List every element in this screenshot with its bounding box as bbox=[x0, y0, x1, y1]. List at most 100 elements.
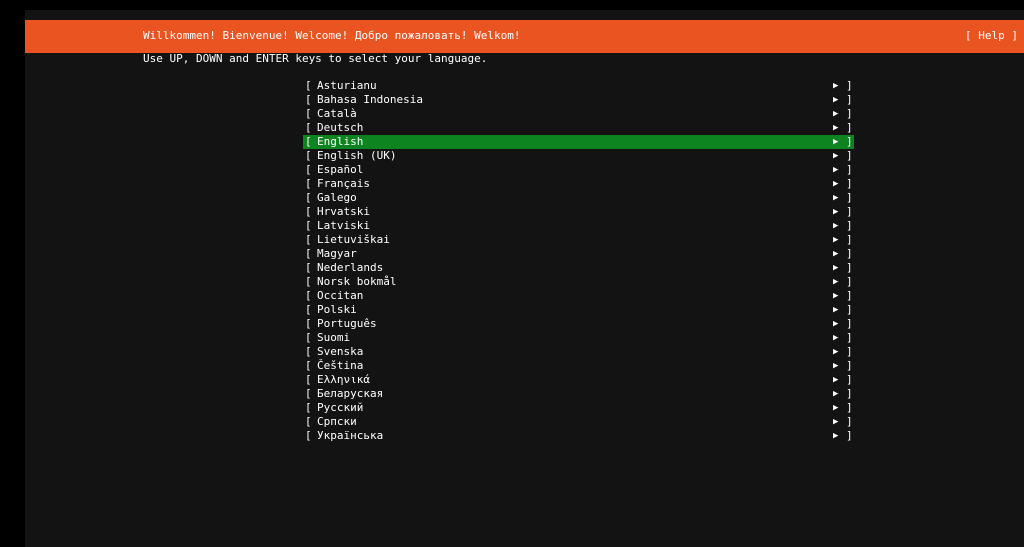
open-bracket: [ bbox=[305, 107, 312, 120]
language-item[interactable]: [Galego ▶] bbox=[303, 191, 854, 205]
close-bracket: ] bbox=[846, 107, 853, 120]
language-item[interactable]: [Hrvatski ▶] bbox=[303, 205, 854, 219]
language-label: Hrvatski bbox=[317, 205, 370, 218]
open-bracket: [ bbox=[305, 331, 312, 344]
open-bracket: [ bbox=[305, 163, 312, 176]
language-label: English (UK) bbox=[317, 149, 397, 162]
right-arrow-icon: ▶ bbox=[833, 137, 839, 147]
close-bracket: ] bbox=[846, 275, 853, 288]
close-bracket: ] bbox=[846, 373, 853, 386]
right-arrow-icon: ▶ bbox=[833, 193, 839, 203]
right-arrow-icon: ▶ bbox=[833, 403, 839, 413]
language-label: Nederlands bbox=[317, 261, 384, 274]
close-bracket: ] bbox=[846, 331, 853, 344]
language-label: Русский bbox=[317, 401, 364, 414]
language-list: [ Asturianu ▶] [ Bahasa Indonesia ▶] [ Català ▶]… bbox=[303, 79, 854, 443]
language-label: Occitan bbox=[317, 289, 364, 302]
language-item[interactable]: [Bahasa Indonesia ▶] bbox=[303, 93, 854, 107]
language-label: Galego bbox=[317, 191, 357, 204]
open-bracket: [ bbox=[305, 345, 312, 358]
language-label: Čeština bbox=[317, 359, 364, 372]
language-label: Lietuviškai bbox=[317, 233, 390, 246]
right-arrow-icon: ▶ bbox=[833, 109, 839, 119]
right-arrow-icon: ▶ bbox=[833, 249, 839, 259]
language-item[interactable]: [Беларуская ▶] bbox=[303, 387, 854, 401]
language-item[interactable]: [English (UK) ▶] bbox=[303, 149, 854, 163]
language-item[interactable]: [Polski ▶] bbox=[303, 303, 854, 317]
open-bracket: [ bbox=[305, 275, 312, 288]
language-item[interactable]: [ Magyar ▶] bbox=[303, 247, 854, 261]
right-arrow-icon: ▶ bbox=[833, 347, 839, 357]
language-item-selected[interactable]: [English ▶] bbox=[303, 135, 854, 149]
close-bracket: ] bbox=[846, 317, 853, 330]
language-label: Norsk bokmål bbox=[317, 275, 397, 288]
right-arrow-icon: ▶ bbox=[833, 165, 839, 175]
screen: Willkommen! Bienvenue! Welcome! Добро по… bbox=[0, 0, 1024, 547]
right-arrow-icon: ▶ bbox=[833, 151, 839, 161]
language-item[interactable]: [Lietuviškai ▶] bbox=[303, 233, 854, 247]
right-arrow-icon: ▶ bbox=[833, 291, 839, 301]
close-bracket: ] bbox=[846, 429, 853, 442]
open-bracket: [ bbox=[305, 261, 312, 274]
language-label: Magyar bbox=[317, 247, 357, 260]
header-title: Willkommen! Bienvenue! Welcome! Добро по… bbox=[143, 29, 521, 42]
open-bracket: [ bbox=[305, 191, 312, 204]
language-label: Ελληνικά bbox=[317, 373, 370, 386]
language-item[interactable]: [Português ▶] bbox=[303, 317, 854, 331]
language-item[interactable]: [Français ▶] bbox=[303, 177, 854, 191]
language-item[interactable]: [Occitan ▶] bbox=[303, 289, 854, 303]
language-label: Català bbox=[317, 107, 357, 120]
open-bracket: [ bbox=[305, 387, 312, 400]
language-item[interactable]: [Deutsch ▶] bbox=[303, 121, 854, 135]
language-label: Asturianu bbox=[317, 79, 377, 92]
open-bracket: [ bbox=[305, 247, 312, 260]
language-label: Polski bbox=[317, 303, 357, 316]
language-item[interactable]: [Suomi ▶] bbox=[303, 331, 854, 345]
close-bracket: ] bbox=[846, 345, 853, 358]
language-item[interactable]: [ Català ▶] bbox=[303, 107, 854, 121]
right-arrow-icon: ▶ bbox=[833, 277, 839, 287]
language-item[interactable]: [Latviski ▶] bbox=[303, 219, 854, 233]
language-item[interactable]: [ Svenska ▶] bbox=[303, 345, 854, 359]
open-bracket: [ bbox=[305, 177, 312, 190]
open-bracket: [ bbox=[305, 135, 312, 148]
right-arrow-icon: ▶ bbox=[833, 95, 839, 105]
open-bracket: [ bbox=[305, 219, 312, 232]
close-bracket: ] bbox=[846, 289, 853, 302]
right-arrow-icon: ▶ bbox=[833, 319, 839, 329]
help-button[interactable]: [ Help ] bbox=[965, 29, 1018, 43]
language-item[interactable]: [Español ▶] bbox=[303, 163, 854, 177]
language-label: Беларуская bbox=[317, 387, 384, 400]
language-label: Bahasa Indonesia bbox=[317, 93, 423, 106]
close-bracket: ] bbox=[846, 247, 853, 260]
close-bracket: ] bbox=[846, 121, 853, 134]
open-bracket: [ bbox=[305, 303, 312, 316]
close-bracket: ] bbox=[846, 149, 853, 162]
right-arrow-icon: ▶ bbox=[833, 263, 839, 273]
open-bracket: [ bbox=[305, 401, 312, 414]
language-item[interactable]: [Русский ▶] bbox=[303, 401, 854, 415]
right-arrow-icon: ▶ bbox=[833, 375, 839, 385]
language-label: Français bbox=[317, 177, 370, 190]
language-item[interactable]: [Nederlands ▶] bbox=[303, 261, 854, 275]
language-label: Latviski bbox=[317, 219, 370, 232]
open-bracket: [ bbox=[305, 359, 312, 372]
close-bracket: ] bbox=[846, 93, 853, 106]
language-item[interactable]: [Asturianu ▶] bbox=[303, 79, 854, 93]
open-bracket: [ bbox=[305, 79, 312, 92]
right-arrow-icon: ▶ bbox=[833, 235, 839, 245]
language-label: Deutsch bbox=[317, 121, 364, 134]
close-bracket: ] bbox=[846, 177, 853, 190]
open-bracket: [ bbox=[305, 121, 312, 134]
close-bracket: ] bbox=[846, 135, 853, 148]
right-arrow-icon: ▶ bbox=[833, 221, 839, 231]
language-label: Svenska bbox=[317, 345, 364, 358]
close-bracket: ] bbox=[846, 233, 853, 246]
close-bracket: ] bbox=[846, 359, 853, 372]
language-item[interactable]: [Ελληνικά ▶] bbox=[303, 373, 854, 387]
language-item[interactable]: [ Norsk bokmål ▶] bbox=[303, 275, 854, 289]
language-item[interactable]: [Українська ▶] bbox=[303, 429, 854, 443]
language-item[interactable]: [Čeština ▶] bbox=[303, 359, 854, 373]
close-bracket: ] bbox=[846, 303, 853, 316]
language-item[interactable]: [Српски ▶] bbox=[303, 415, 854, 429]
